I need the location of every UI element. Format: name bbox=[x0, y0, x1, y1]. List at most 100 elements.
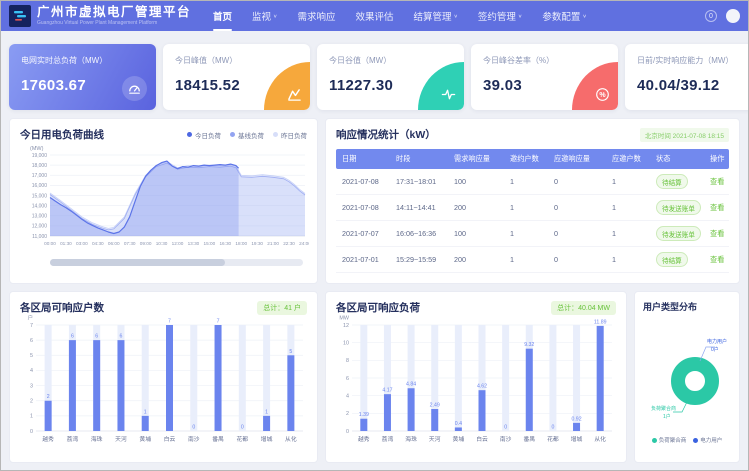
bar-2[interactable] bbox=[93, 340, 100, 431]
district-load-total-badge: 总计：40.04 MW bbox=[551, 301, 616, 315]
legend-label: 电力用户 bbox=[700, 436, 722, 444]
svg-text:5: 5 bbox=[30, 353, 33, 359]
svg-text:天河: 天河 bbox=[115, 435, 127, 443]
nav-item-5[interactable]: 签约管理∨ bbox=[478, 1, 522, 31]
bar-0[interactable] bbox=[45, 401, 52, 431]
column-header-3: 邀约户数 bbox=[504, 154, 548, 164]
nav-item-label: 结算管理 bbox=[413, 9, 451, 23]
bar-1[interactable] bbox=[69, 340, 76, 431]
datazoom-range[interactable] bbox=[50, 259, 225, 266]
legend-dot bbox=[187, 132, 192, 137]
legend-item-2[interactable]: 昨日负荷 bbox=[273, 130, 307, 140]
table-cell: 200 bbox=[448, 203, 504, 212]
kpi-label: 今日峰谷差率（%） bbox=[483, 55, 606, 66]
bar-3[interactable] bbox=[117, 340, 124, 431]
legend-item-1[interactable]: 基线负荷 bbox=[230, 130, 264, 140]
callout-aggregator-label: 负荷聚合商 bbox=[651, 405, 676, 412]
legend-item-0[interactable]: 今日负荷 bbox=[187, 130, 221, 140]
view-link[interactable]: 查看 bbox=[710, 203, 724, 212]
bar-10[interactable] bbox=[287, 355, 294, 431]
bar-4[interactable] bbox=[142, 416, 149, 431]
status-badge: 待结算 bbox=[656, 252, 688, 267]
svg-text:3: 3 bbox=[30, 383, 33, 389]
svg-text:15,000: 15,000 bbox=[32, 193, 48, 199]
kpi-card-response-capacity: 日前/实时响应能力（MW） 40.04/39.12 bbox=[625, 44, 749, 110]
bar-3[interactable] bbox=[431, 409, 438, 431]
avatar[interactable] bbox=[726, 9, 740, 23]
nav-item-1[interactable]: 监视∨ bbox=[252, 1, 277, 31]
svg-text:2: 2 bbox=[346, 411, 349, 417]
legend-item-aggregator[interactable]: 负荷聚合商 bbox=[652, 436, 687, 444]
topbar-right: 0 bbox=[705, 9, 740, 23]
status-badge: 待发送账单 bbox=[656, 226, 701, 241]
bar-0[interactable] bbox=[360, 419, 367, 431]
svg-text:00:00: 00:00 bbox=[44, 241, 56, 246]
notification-badge[interactable]: 0 bbox=[705, 10, 717, 22]
chevron-down-icon: ∨ bbox=[518, 13, 522, 19]
bar-9[interactable] bbox=[573, 423, 580, 431]
svg-text:7: 7 bbox=[217, 319, 220, 325]
nav-item-6[interactable]: 参数配置∨ bbox=[542, 1, 586, 31]
svg-text:18:00: 18:00 bbox=[235, 241, 247, 246]
bar-10[interactable] bbox=[597, 326, 604, 431]
app-window: 广州市虚拟电厂管理平台 Guangzhou Virtual Power Plan… bbox=[0, 0, 749, 471]
power-logo-icon bbox=[12, 8, 28, 24]
svg-text:6: 6 bbox=[95, 334, 98, 340]
view-link[interactable]: 查看 bbox=[710, 177, 724, 186]
app-logo bbox=[9, 5, 31, 27]
datazoom-slider[interactable] bbox=[50, 259, 303, 266]
svg-text:白云: 白云 bbox=[476, 435, 488, 443]
nav-item-label: 签约管理 bbox=[478, 9, 516, 23]
bar-2[interactable] bbox=[408, 388, 415, 431]
svg-text:0: 0 bbox=[551, 425, 554, 431]
svg-text:南沙: 南沙 bbox=[188, 435, 200, 443]
donut-slice-aggregator[interactable] bbox=[678, 364, 712, 398]
table-cell: 1 bbox=[606, 229, 650, 238]
table-cell: 1 bbox=[504, 177, 548, 186]
legend-item-power-user[interactable]: 电力用户 bbox=[693, 436, 722, 444]
svg-text:2.49: 2.49 bbox=[430, 403, 440, 409]
column-header-5: 应邀户数 bbox=[606, 154, 650, 164]
kpi-card-today-valley: 今日谷值（MW） 11227.30 bbox=[317, 44, 464, 110]
column-header-7: 操作 bbox=[704, 154, 729, 164]
nav-item-4[interactable]: 结算管理∨ bbox=[413, 1, 457, 31]
svg-text:从化: 从化 bbox=[594, 435, 606, 443]
svg-text:9.32: 9.32 bbox=[524, 342, 534, 348]
table-cell: 0 bbox=[548, 229, 606, 238]
svg-text:白云: 白云 bbox=[164, 435, 176, 443]
nav-item-0[interactable]: 首页 bbox=[213, 1, 232, 31]
bar-9[interactable] bbox=[263, 416, 270, 431]
nav-item-2[interactable]: 需求响应 bbox=[297, 1, 335, 31]
load-curve-panel: 今日用电负荷曲线 今日负荷基线负荷昨日负荷 (MW) 19,00018,0001… bbox=[9, 118, 318, 284]
svg-text:19,000: 19,000 bbox=[32, 153, 48, 159]
view-link[interactable]: 查看 bbox=[710, 229, 724, 238]
bar-1[interactable] bbox=[384, 394, 391, 431]
nav-item-3[interactable]: 效果评估 bbox=[355, 1, 393, 31]
svg-text:MW: MW bbox=[339, 316, 349, 322]
beijing-time-badge: 北京时间 2021-07-08 18:15 bbox=[640, 128, 729, 142]
response-stats-panel: 响应情况统计（kW） 北京时间 2021-07-08 18:15 日期时段需求响… bbox=[325, 118, 740, 284]
bar-4[interactable] bbox=[455, 427, 462, 431]
percent-gauge-icon: % bbox=[572, 62, 618, 110]
svg-text:0: 0 bbox=[504, 425, 507, 431]
nav-item-label: 监视 bbox=[252, 9, 271, 23]
chevron-down-icon: ∨ bbox=[273, 13, 277, 19]
view-link[interactable]: 查看 bbox=[710, 255, 724, 264]
bar-7[interactable] bbox=[215, 325, 222, 431]
bar-5[interactable] bbox=[479, 390, 486, 431]
table-cell: 1 bbox=[504, 229, 548, 238]
svg-text:24:00: 24:00 bbox=[299, 241, 309, 246]
bar-5[interactable] bbox=[166, 325, 173, 431]
svg-text:14,000: 14,000 bbox=[32, 203, 48, 209]
svg-text:4.17: 4.17 bbox=[382, 388, 392, 394]
table-cell: 1 bbox=[606, 177, 650, 186]
svg-text:11,000: 11,000 bbox=[32, 234, 47, 240]
district-load-panel: 各区局可响应负荷 总计：40.04 MW 024681012MW1.39越秀4.… bbox=[325, 291, 627, 463]
svg-text:6: 6 bbox=[346, 376, 349, 382]
bar-7[interactable] bbox=[526, 349, 533, 431]
svg-text:4.84: 4.84 bbox=[406, 382, 416, 388]
svg-text:%: % bbox=[599, 92, 606, 99]
kpi-row: 电网实时总负荷（MW） 17603.67 今日峰值（MW） 18415.52 bbox=[9, 44, 740, 110]
chevron-down-icon: ∨ bbox=[582, 13, 586, 19]
svg-text:4: 4 bbox=[346, 393, 349, 399]
